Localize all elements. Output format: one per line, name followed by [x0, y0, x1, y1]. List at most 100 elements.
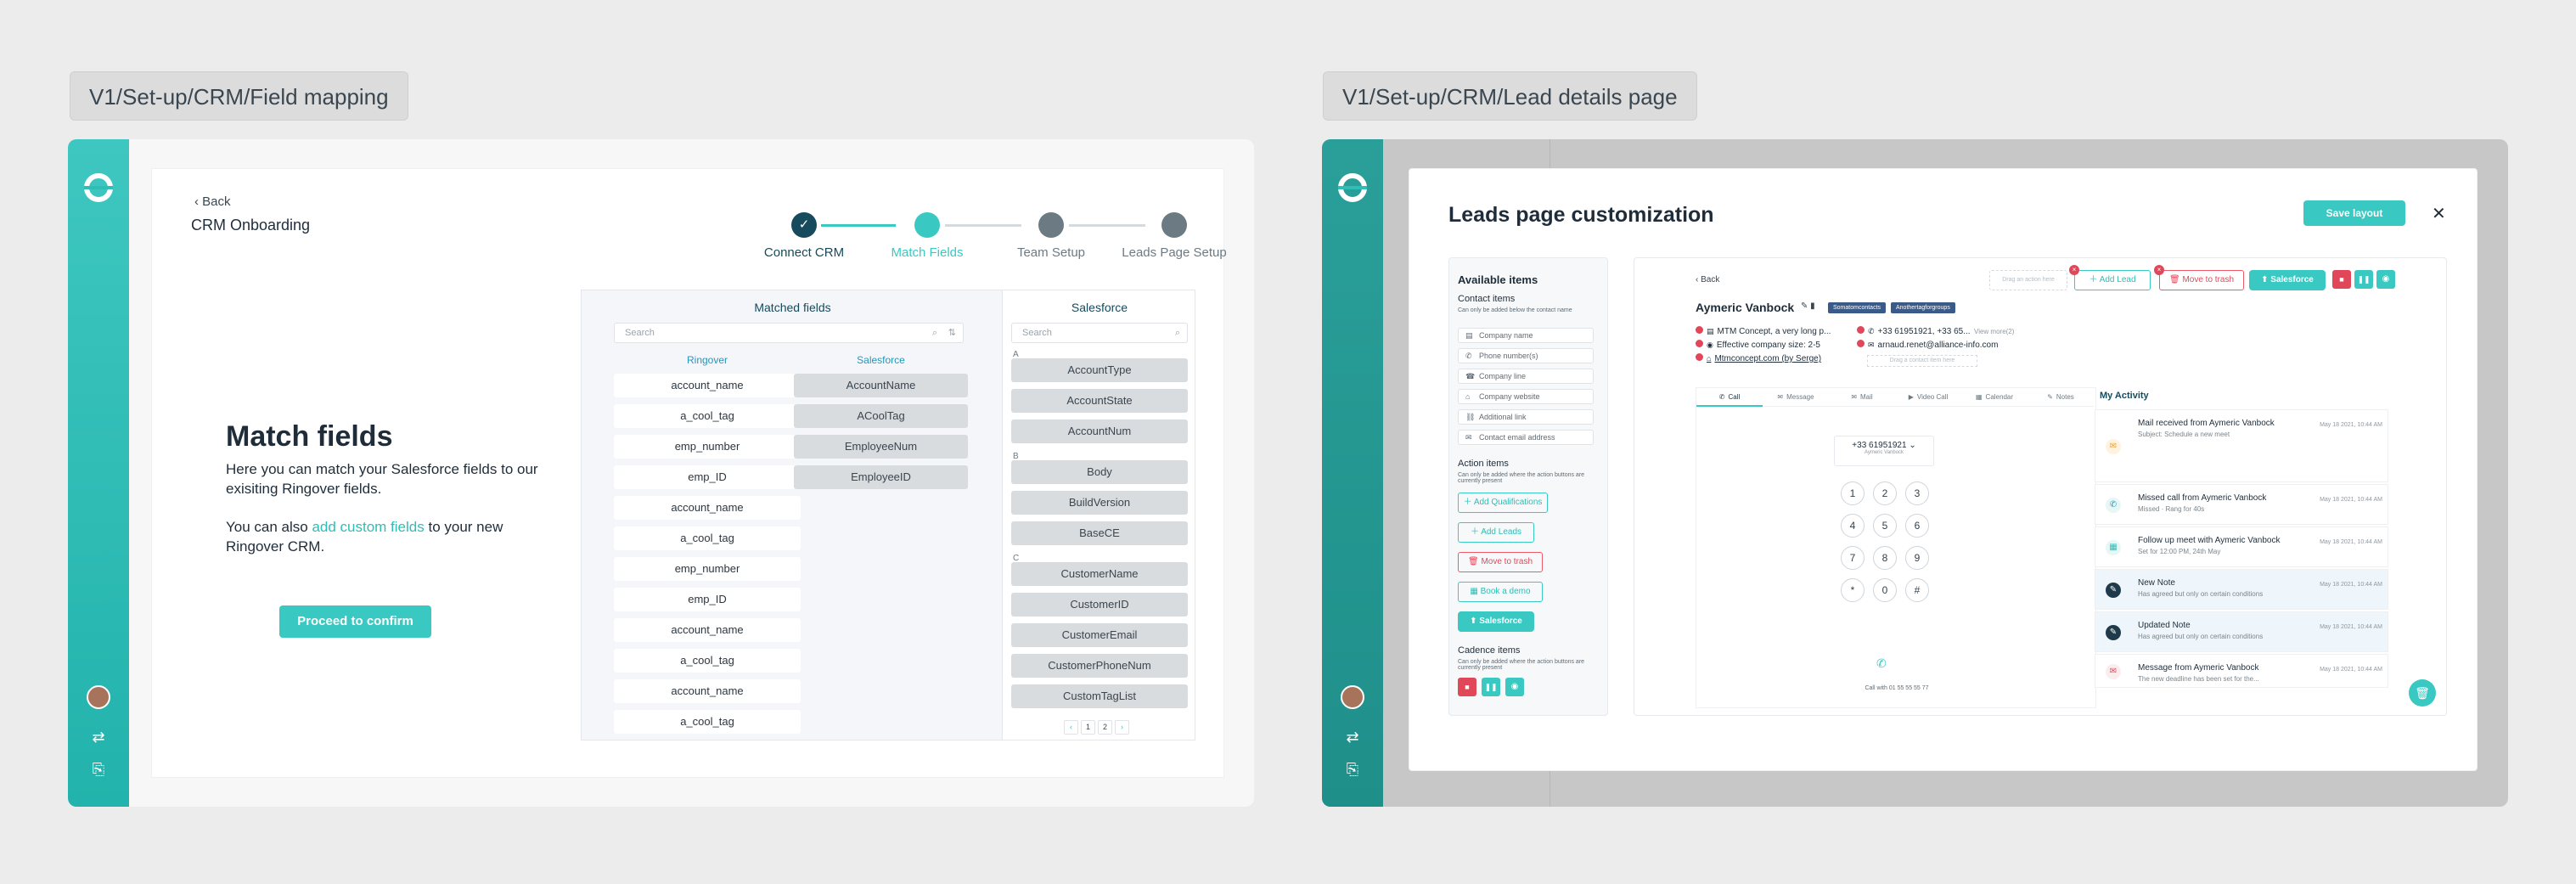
view-more-link[interactable]: View more(2): [1974, 328, 2014, 335]
comm-tab[interactable]: ✉ Message: [1763, 388, 1829, 407]
ringover-field[interactable]: a_cool_tag: [614, 649, 801, 673]
call-icon[interactable]: ✆: [1876, 656, 1887, 671]
drag-action-slot[interactable]: Drag an action here: [1989, 270, 2067, 290]
keypad-key[interactable]: 4: [1841, 514, 1865, 538]
contact-item[interactable]: Additional link ⛓: [1458, 409, 1594, 425]
preview-stop-icon[interactable]: ■: [2332, 270, 2351, 289]
ringover-logo-icon[interactable]: [1338, 173, 1367, 202]
keypad-key[interactable]: 3: [1905, 481, 1929, 505]
activity-item[interactable]: ✉ Mail received from Aymeric Vanbock Subje…: [2095, 409, 2388, 482]
page-button[interactable]: 2: [1098, 720, 1112, 735]
step-pending-dot[interactable]: [1038, 212, 1064, 238]
contact-item[interactable]: Contact email address ✉: [1458, 430, 1594, 445]
comm-tab[interactable]: ✆ Call: [1696, 388, 1763, 407]
salesforce-button[interactable]: ⬆ Salesforce: [1458, 611, 1534, 632]
keypad-key[interactable]: 5: [1873, 514, 1897, 538]
ringover-field[interactable]: account_name: [614, 496, 801, 520]
remove-icon[interactable]: [1857, 340, 1865, 347]
page-button[interactable]: 1: [1081, 720, 1095, 735]
page-button[interactable]: ›: [1115, 720, 1129, 735]
lead-info-row[interactable]: ◉ Effective company size: 2-5: [1696, 340, 1820, 350]
logout-icon[interactable]: ⎘: [1342, 761, 1363, 778]
ringover-field[interactable]: emp_ID: [614, 588, 801, 611]
matched-salesforce-field[interactable]: EmployeeNum: [794, 435, 968, 459]
remove-icon[interactable]: [1696, 353, 1703, 361]
lead-info-row[interactable]: ✆ +33 61951921, +33 65...: [1857, 326, 1971, 336]
edit-icon[interactable]: ✎ ▮: [1801, 301, 1815, 311]
cadence-stop-icon[interactable]: ■: [1458, 678, 1476, 696]
sort-icon[interactable]: ⇅: [948, 324, 956, 342]
move-to-trash-button[interactable]: 🗑 Move to trash: [1458, 552, 1543, 572]
keypad-key[interactable]: 2: [1873, 481, 1897, 505]
add-custom-fields-link[interactable]: add custom fields: [312, 519, 424, 535]
step-pending-dot[interactable]: [1161, 212, 1187, 238]
logout-icon[interactable]: ⎘: [88, 761, 109, 778]
keypad-key[interactable]: 8: [1873, 546, 1897, 570]
lead-tag[interactable]: Somatomcontacts: [1828, 302, 1887, 313]
contact-item[interactable]: Company line ☎: [1458, 369, 1594, 384]
lead-info-row[interactable]: ⌂ Mtmconcept.com (by Serge): [1696, 353, 1821, 363]
salesforce-field[interactable]: CustomerEmail: [1011, 623, 1188, 647]
avatar[interactable]: [87, 685, 110, 709]
activity-item[interactable]: ✎ New Note Has agreed but only on certain …: [2095, 569, 2388, 610]
activity-item[interactable]: ✎ Updated Note Has agreed but only on cert…: [2095, 611, 2388, 652]
keypad-key[interactable]: #: [1905, 578, 1929, 602]
step-active-dot[interactable]: [914, 212, 940, 238]
add-leads-button[interactable]: ＋ Add Leads: [1458, 522, 1534, 543]
cadence-view-icon[interactable]: ◉: [1505, 678, 1524, 696]
preview-move-trash-button[interactable]: 🗑 Move to trash: [2159, 270, 2244, 290]
salesforce-search-input[interactable]: Search ⌕: [1011, 323, 1188, 343]
activity-item[interactable]: ▦ Follow up meet with Aymeric Vanbock Set …: [2095, 526, 2388, 567]
preview-back-link[interactable]: ‹ Back: [1696, 275, 1719, 284]
ringover-field[interactable]: emp_ID: [614, 465, 801, 489]
preview-view-icon[interactable]: ◉: [2376, 270, 2395, 289]
salesforce-field[interactable]: AccountState: [1011, 389, 1188, 413]
close-icon[interactable]: ✕: [2432, 203, 2446, 224]
keypad-key[interactable]: 9: [1905, 546, 1929, 570]
matched-salesforce-field[interactable]: EmployeeID: [794, 465, 968, 489]
transfer-icon[interactable]: ⇄: [88, 729, 109, 746]
matched-salesforce-field[interactable]: ACoolTag: [794, 404, 968, 428]
remove-icon[interactable]: [1857, 326, 1865, 334]
ringover-field[interactable]: account_name: [614, 618, 801, 642]
ringover-field[interactable]: emp_number: [614, 435, 801, 459]
salesforce-field[interactable]: BaseCE: [1011, 521, 1188, 545]
ringover-field[interactable]: a_cool_tag: [614, 526, 801, 550]
preview-pause-icon[interactable]: ❚❚: [2354, 270, 2373, 289]
remove-icon[interactable]: [1696, 326, 1703, 334]
salesforce-field[interactable]: CustomerID: [1011, 593, 1188, 617]
ringover-logo-icon[interactable]: [84, 173, 113, 202]
activity-item[interactable]: ✆ Missed call from Aymeric Vanbock Missed …: [2095, 484, 2388, 525]
matched-salesforce-field[interactable]: AccountName: [794, 374, 968, 397]
add-lead-button[interactable]: ＋ Add Lead: [2074, 270, 2151, 290]
contact-item[interactable]: Phone number(s) ✆: [1458, 348, 1594, 363]
ringover-field[interactable]: a_cool_tag: [614, 404, 801, 428]
keypad-key[interactable]: *: [1841, 578, 1865, 602]
salesforce-field[interactable]: CustomerPhoneNum: [1011, 654, 1188, 678]
book-demo-button[interactable]: ▦ Book a demo: [1458, 582, 1543, 602]
transfer-icon[interactable]: ⇄: [1342, 729, 1363, 746]
proceed-button[interactable]: Proceed to confirm: [279, 605, 431, 638]
page-button[interactable]: ‹: [1064, 720, 1078, 735]
phone-selector[interactable]: +33 61951921 ⌄ Aymeric Vanbock: [1834, 436, 1934, 466]
salesforce-field[interactable]: BuildVersion: [1011, 491, 1188, 515]
delete-fab-icon[interactable]: 🗑: [2409, 679, 2436, 707]
ringover-field[interactable]: a_cool_tag: [614, 710, 801, 734]
salesforce-field[interactable]: AccountType: [1011, 358, 1188, 382]
call-with-text[interactable]: Call with 01 55 55 55 77: [1696, 685, 2097, 691]
salesforce-field[interactable]: CustomerName: [1011, 562, 1188, 586]
lead-tag[interactable]: Anothertagforgroups: [1891, 302, 1955, 313]
salesforce-field[interactable]: AccountNum: [1011, 419, 1188, 443]
ringover-field[interactable]: emp_number: [614, 557, 801, 581]
add-qualifications-button[interactable]: ＋ Add Qualifications: [1458, 493, 1548, 513]
preview-salesforce-button[interactable]: ⬆ Salesforce: [2249, 270, 2326, 290]
activity-item[interactable]: ✉ Message from Aymeric Vanbock The new dea…: [2095, 654, 2388, 688]
remove-icon[interactable]: ×: [2154, 265, 2164, 275]
remove-icon[interactable]: ×: [2069, 265, 2079, 275]
comm-tab[interactable]: ▦ Calendar: [1961, 388, 2028, 407]
matched-search-input[interactable]: Search ⌕ ⇅: [614, 323, 964, 343]
keypad-key[interactable]: 0: [1873, 578, 1897, 602]
salesforce-field[interactable]: Body: [1011, 460, 1188, 484]
salesforce-field[interactable]: CustomTagList: [1011, 684, 1188, 708]
comm-tab[interactable]: ▶ Video Call: [1895, 388, 1961, 407]
